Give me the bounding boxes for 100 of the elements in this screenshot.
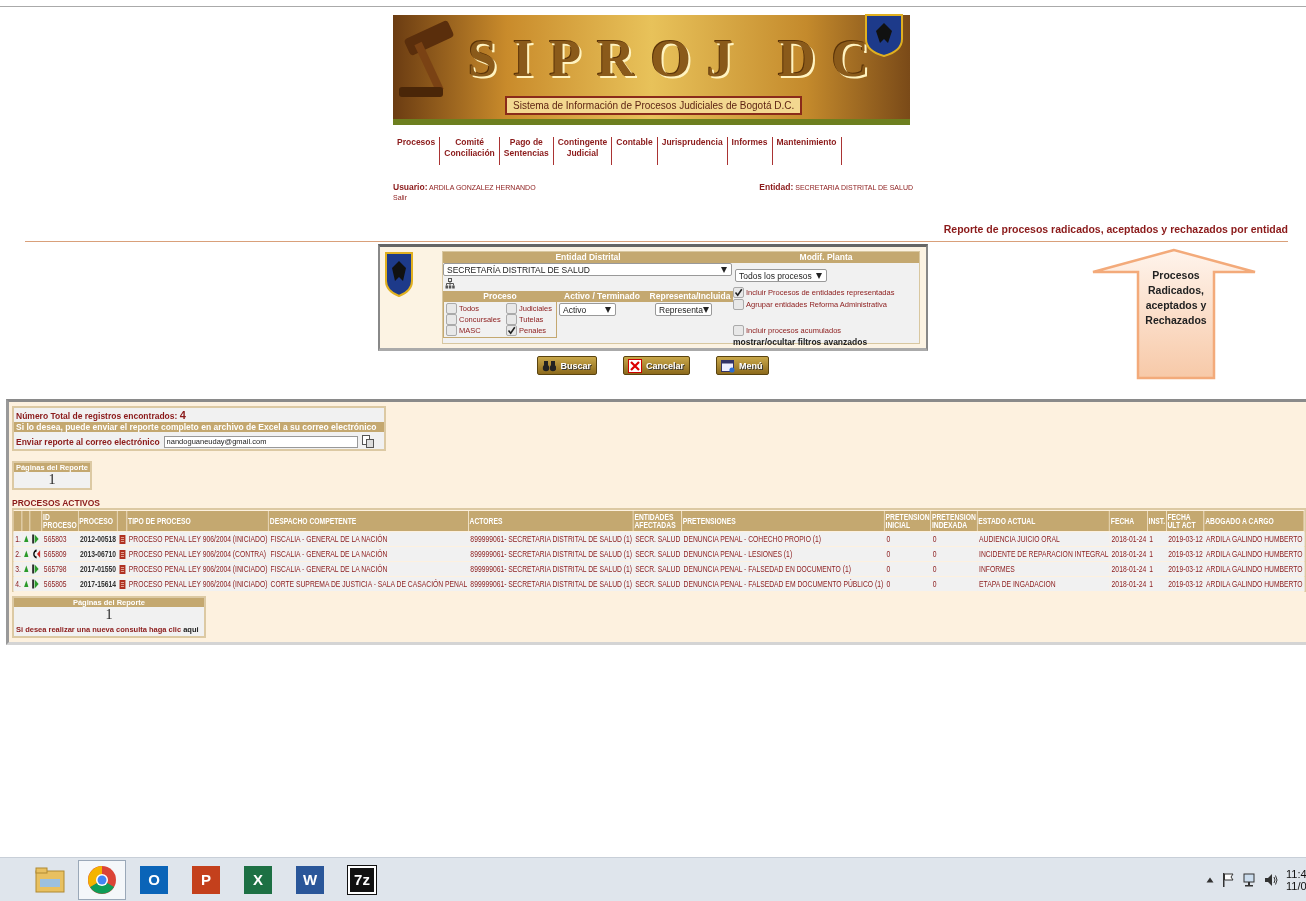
column-header: PRETENSIONES <box>681 511 885 531</box>
nav-menu-item[interactable]: Jurisprudencia <box>657 137 728 165</box>
table-cell: 2018-01-24 <box>1110 532 1148 546</box>
entity-label: Entidad: <box>759 182 794 192</box>
table-cell: PROCESO PENAL LEY 906/2004 (CONTRA) <box>127 547 269 561</box>
table-cell: FISCALIA - GENERAL DE LA NACIÓN <box>269 562 469 576</box>
total-count: 4 <box>179 409 186 421</box>
nav-menu-item[interactable]: Contingente Judicial <box>553 137 613 165</box>
table-cell: 2018-01-24 <box>1110 562 1148 576</box>
page-number[interactable]: 1 <box>14 607 204 623</box>
table-cell: ARDILA GALINDO HUMBERTO <box>1204 562 1305 576</box>
table-cell: 1 <box>1147 562 1167 576</box>
table-cell: 2019-03-12 <box>1166 577 1205 591</box>
taskbar-app[interactable]: O <box>130 859 178 900</box>
table-cell: DENUNCIA PENAL - COHECHO PROPIO (1) <box>681 532 885 546</box>
table-cell: FISCALIA - GENERAL DE LA NACIÓN <box>269 547 469 561</box>
taskbar-app[interactable]: 7z <box>338 859 386 900</box>
table-cell: DENUNCIA PENAL - LESIONES (1) <box>681 547 885 561</box>
column-header: Representa/Incluida <box>647 291 733 302</box>
taskbar-app[interactable]: P <box>182 859 230 900</box>
table-cell: 2019-03-12 <box>1166 532 1205 546</box>
advanced-filters-link[interactable]: mostrar/ocultar filtros avanzados <box>733 336 868 348</box>
nav-menu-item[interactable]: Comité Conciliación <box>440 137 500 165</box>
row-number: 3. <box>13 562 23 576</box>
table-cell: 2012-00518 <box>78 532 118 546</box>
row-number: 4. <box>13 577 23 591</box>
table-cell: 2018-01-24 <box>1110 547 1148 561</box>
table-cell: 2019-03-12 <box>1166 547 1205 561</box>
plant-dropdown[interactable]: Todos los procesos <box>735 269 827 282</box>
table-cell: 2017-01550 <box>78 562 118 576</box>
column-header: DESPACHO COMPETENTE <box>269 511 469 531</box>
mail-app-icon: O <box>140 865 168 894</box>
column-header: ENTIDADES AFECTADAS <box>633 511 682 531</box>
table-cell: 0 <box>931 532 978 546</box>
table-cell: 2019-03-12 <box>1166 562 1205 576</box>
archive-app-icon: 7z <box>348 865 376 894</box>
table-cell: SECR. SALUD <box>633 562 682 576</box>
page-number[interactable]: 1 <box>14 472 90 488</box>
table-cell: CORTE SUPREMA DE JUSTICIA - SALA DE CASACIÓN PENAL <box>269 577 469 591</box>
column-header: Activo / Terminado <box>557 291 647 302</box>
column-header: PROCESO <box>78 511 118 531</box>
table-cell: 0 <box>884 562 932 576</box>
table-cell[interactable]: 565798 <box>42 562 79 576</box>
column-header: FECHA <box>1110 511 1148 531</box>
status-dropdown[interactable]: Activo <box>559 303 616 316</box>
table-cell: 899999061- SECRETARIA DISTRITAL DE SALUD (1) <box>468 532 634 546</box>
table-cell: PROCESO PENAL LEY 906/2004 (INICIADO) <box>127 532 269 546</box>
nav-menu-item[interactable]: Contable <box>612 137 658 165</box>
column-header: Proceso <box>443 291 557 302</box>
table-cell: 2017-15614 <box>78 577 118 591</box>
sheet-app-icon: X <box>244 865 272 894</box>
table-cell: 2018-01-24 <box>1110 577 1148 591</box>
table-cell: ETAPA DE INGADACION <box>977 577 1110 591</box>
callout-text: Procesos Radicados, aceptados y Rechazados <box>1144 268 1208 328</box>
column-header: Entidad Distrital <box>443 252 733 263</box>
nav-menu-item[interactable]: Pago de Sentencias <box>499 137 554 165</box>
table-cell: 0 <box>931 547 978 561</box>
table-cell: FISCALIA - GENERAL DE LA NACIÓN <box>269 532 469 546</box>
table-cell[interactable]: 565803 <box>42 532 79 546</box>
column-header: Modif. Planta <box>733 252 919 263</box>
taskbar-app[interactable]: X <box>234 859 282 900</box>
table-cell[interactable]: 565805 <box>42 577 79 591</box>
section-title: PROCESOS ACTIVOS <box>12 498 101 508</box>
table-cell: INCIDENTE DE REPARACION INTEGRAL <box>977 547 1110 561</box>
table-cell: INFORMES <box>977 562 1110 576</box>
table-cell: ARDILA GALINDO HUMBERTO <box>1204 577 1305 591</box>
logo-text: SIPROJ DC <box>468 29 885 88</box>
column-header: ESTADO ACTUAL <box>977 511 1110 531</box>
email-label: Enviar reporte al correo electrónico <box>16 436 160 447</box>
table-cell[interactable]: 565809 <box>42 547 79 561</box>
column-header: PRETENSION INICIAL <box>884 511 932 531</box>
nav-menu-item[interactable]: Informes <box>727 137 773 165</box>
column-header: TIPO DE PROCESO <box>127 511 269 531</box>
table-cell: PROCESO PENAL LEY 906/2004 (INICIADO) <box>127 562 269 576</box>
table-cell: 1 <box>1147 547 1167 561</box>
report-title: Reporte de procesos radicados, aceptados y rechazados por entidad <box>943 223 1288 235</box>
table-cell: ARDILA GALINDO HUMBERTO <box>1204 547 1305 561</box>
table-cell: SECR. SALUD <box>633 577 682 591</box>
table-cell: 0 <box>884 532 932 546</box>
banner-subtitle: Sistema de Información de Procesos Judiciales de Bogotá D.C. <box>505 96 803 115</box>
clock-date: 11/0 <box>1286 879 1306 892</box>
nav-menu-item[interactable]: Mantenimiento <box>772 137 842 165</box>
table-cell: 1 <box>1147 532 1167 546</box>
table-cell: 0 <box>931 577 978 591</box>
entity-dropdown[interactable]: SECRETARÍA DISTRITAL DE SALUD <box>443 263 732 276</box>
table-cell: 899999061- SECRETARIA DISTRITAL DE SALUD (1) <box>468 547 634 561</box>
table-cell: DENUNCIA PENAL - FALSEDAD EN DOCUMENTO (1) <box>681 562 885 576</box>
row-number: 1. <box>13 532 23 546</box>
table-cell: 2013-06710 <box>78 547 118 561</box>
nav-menu-item[interactable]: Procesos <box>393 137 441 165</box>
table-cell: SECR. SALUD <box>633 532 682 546</box>
taskbar-app[interactable]: W <box>286 859 334 900</box>
table-cell: 0 <box>884 577 932 591</box>
column-header: ID PROCESO <box>42 511 79 531</box>
doc-app-icon: W <box>296 865 324 894</box>
row-number: 2. <box>13 547 23 561</box>
representation-dropdown[interactable]: Representa <box>655 303 712 316</box>
user-label: Usuario: <box>393 182 428 192</box>
column-header: FECHA ULT ACT <box>1166 511 1205 531</box>
table-cell: PROCESO PENAL LEY 906/2004 (INICIADO) <box>127 577 269 591</box>
